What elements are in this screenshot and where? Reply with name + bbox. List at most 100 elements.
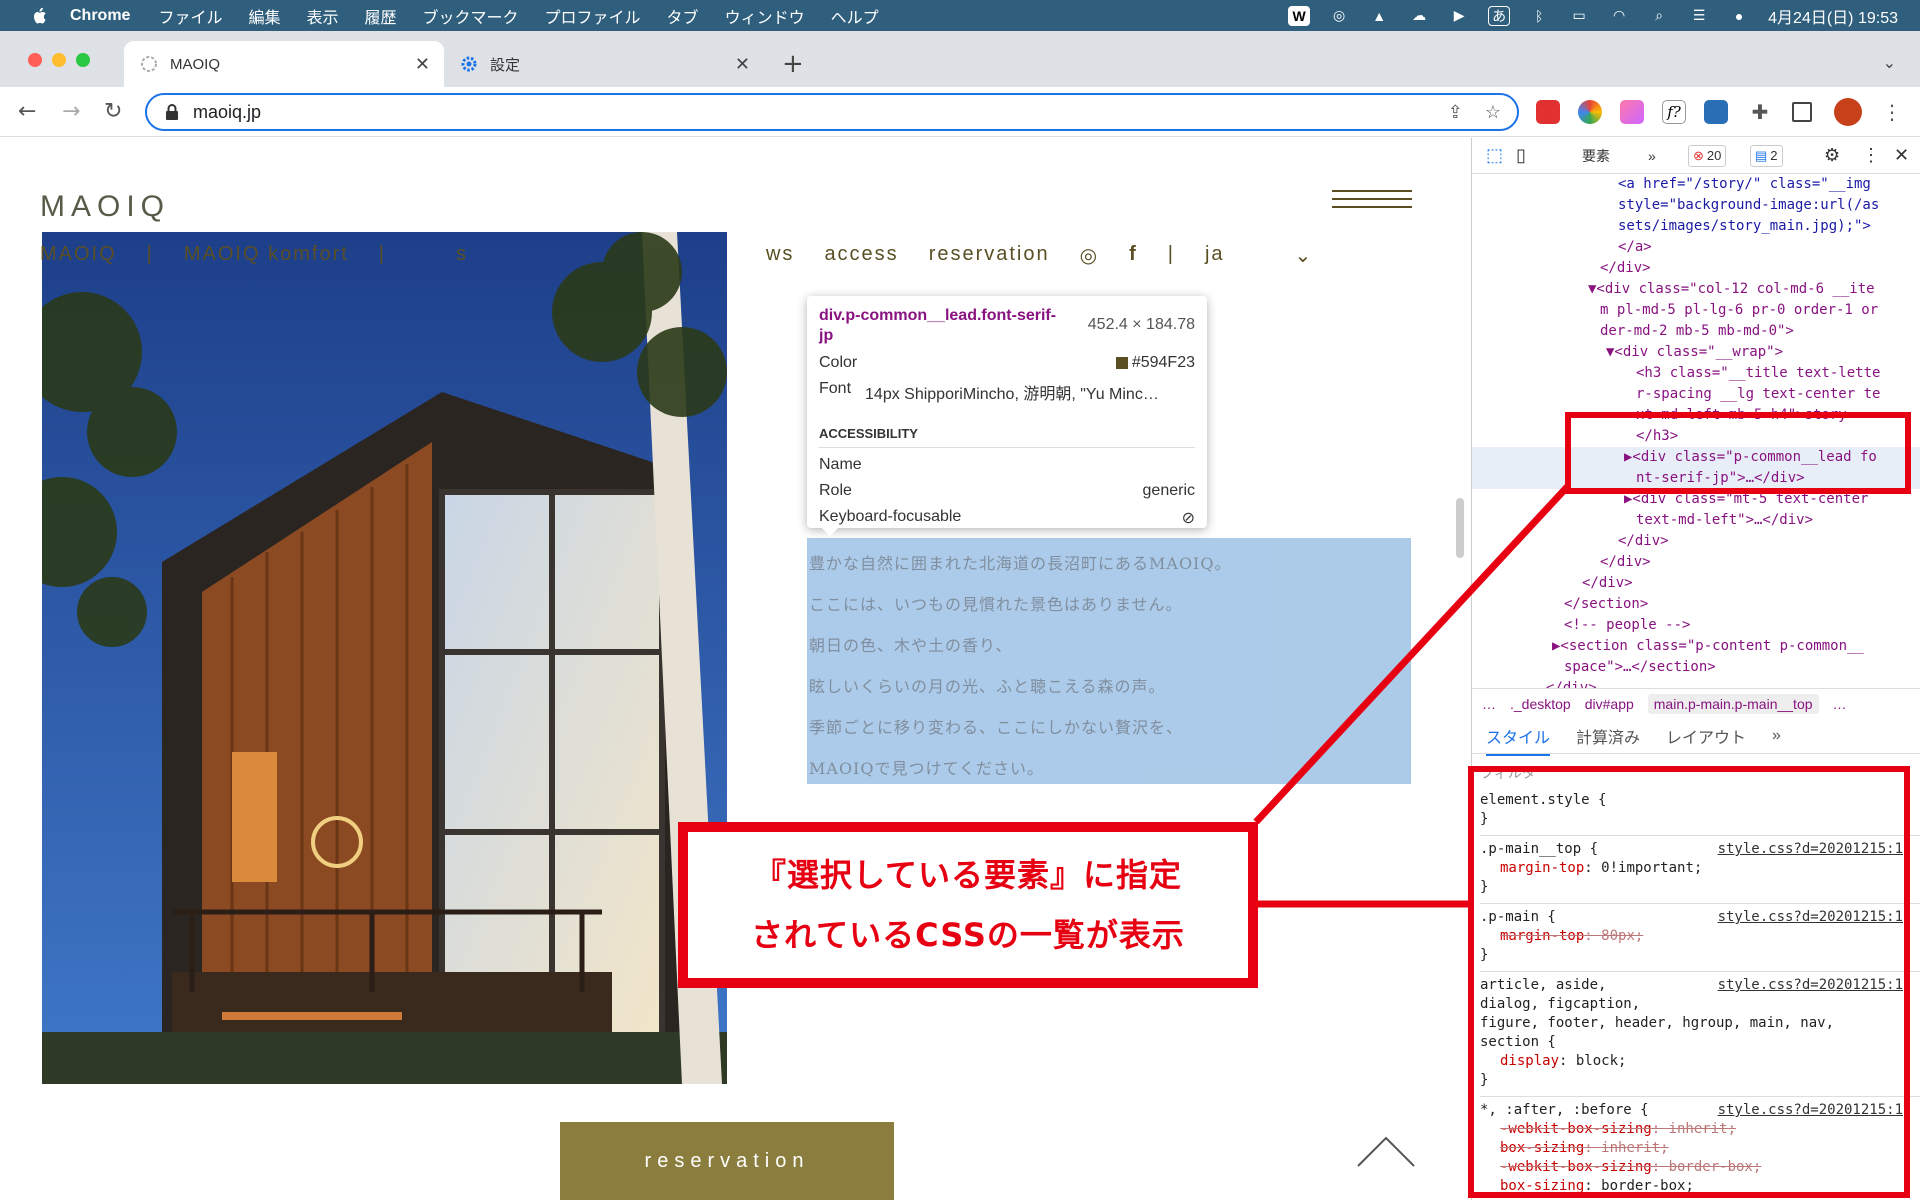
extension-color-icon[interactable] bbox=[1578, 100, 1602, 124]
menu-view[interactable]: 表示 bbox=[306, 4, 338, 28]
dom-line[interactable]: ▶<section class="p-content p-common__ bbox=[1472, 636, 1920, 657]
share-icon[interactable]: ⇪ bbox=[1448, 102, 1463, 123]
menu-profiles[interactable]: プロファイル bbox=[545, 4, 641, 28]
tab-styles[interactable]: スタイル bbox=[1486, 724, 1551, 756]
input-method-icon[interactable]: あ bbox=[1488, 5, 1511, 26]
settings-gear-icon[interactable]: ⚙ bbox=[1824, 145, 1840, 166]
breadcrumb-item[interactable]: … bbox=[1833, 696, 1847, 712]
more-tabs-icon[interactable]: » bbox=[1648, 148, 1656, 164]
breadcrumb-item[interactable]: div#app bbox=[1585, 696, 1634, 712]
battery-icon[interactable]: ▭ bbox=[1568, 6, 1590, 26]
breadcrumb-item-current[interactable]: main.p-main.p-main__top bbox=[1647, 693, 1819, 714]
menu-history[interactable]: 履歴 bbox=[365, 4, 397, 28]
close-window-button[interactable] bbox=[28, 53, 42, 67]
menu-bookmarks[interactable]: ブックマーク bbox=[423, 4, 519, 28]
page-scrollbar[interactable] bbox=[1456, 498, 1464, 558]
menubar-clock[interactable]: 4月24日(日) 19:53 bbox=[1768, 4, 1898, 28]
nav-access[interactable]: access bbox=[824, 243, 898, 268]
word-icon[interactable]: W bbox=[1288, 5, 1311, 26]
more-tabs-icon[interactable]: » bbox=[1772, 727, 1781, 745]
dom-line[interactable]: ▼<div class="__wrap"> bbox=[1472, 342, 1920, 363]
menu-file[interactable]: ファイル bbox=[158, 4, 222, 28]
dom-line[interactable]: r-spacing __lg text-center te bbox=[1472, 384, 1920, 405]
address-bar[interactable]: maoiq.jp ⇪ ☆ bbox=[145, 93, 1519, 131]
instagram-icon[interactable]: ◎ bbox=[1080, 243, 1099, 268]
siri-icon[interactable]: ● bbox=[1728, 6, 1750, 26]
dom-line[interactable]: </section> bbox=[1472, 594, 1920, 615]
lock-icon[interactable] bbox=[165, 104, 179, 120]
dom-line[interactable]: <h3 class="__title text-lette bbox=[1472, 363, 1920, 384]
close-tab-icon[interactable]: ✕ bbox=[415, 54, 430, 75]
spotlight-icon[interactable]: ⌕ bbox=[1648, 6, 1670, 26]
close-devtools-icon[interactable]: ✕ bbox=[1894, 145, 1909, 166]
site-logo[interactable]: MAOIQ bbox=[40, 190, 170, 224]
extension-blue-icon[interactable] bbox=[1704, 100, 1728, 124]
kebab-menu-icon[interactable]: ⋮ bbox=[1880, 100, 1904, 124]
dom-line[interactable]: m pl-md-5 pl-lg-6 pr-0 order-1 or bbox=[1472, 300, 1920, 321]
tab-settings[interactable]: 設定 ✕ bbox=[444, 41, 764, 87]
dom-line[interactable]: </a> bbox=[1472, 237, 1920, 258]
facebook-icon[interactable]: f bbox=[1129, 243, 1138, 268]
menu-edit[interactable]: 編集 bbox=[248, 4, 280, 28]
drive-icon[interactable]: ▲ bbox=[1368, 6, 1390, 26]
dom-line[interactable]: </div> bbox=[1472, 573, 1920, 594]
dom-line[interactable]: <a href="/story/" class="__img bbox=[1472, 174, 1920, 195]
menu-window[interactable]: ウィンドウ bbox=[725, 4, 805, 28]
device-toggle-icon[interactable]: ▯ bbox=[1516, 145, 1526, 166]
menu-tab[interactable]: タブ bbox=[667, 4, 699, 28]
wifi-icon[interactable]: ◠ bbox=[1608, 6, 1630, 26]
breadcrumb-item[interactable]: … bbox=[1482, 696, 1496, 712]
bluetooth-icon[interactable]: ᛒ bbox=[1528, 6, 1550, 26]
bookmark-star-icon[interactable]: ☆ bbox=[1485, 102, 1501, 123]
new-tab-icon[interactable]: + bbox=[782, 49, 804, 79]
nav-story-partial[interactable]: s bbox=[456, 243, 468, 268]
nav-maoiq-komfort[interactable]: MAOIQ komfort bbox=[184, 243, 349, 268]
sync-icon[interactable]: ◎ bbox=[1328, 6, 1350, 26]
cloud-icon[interactable]: ☁ bbox=[1408, 6, 1430, 26]
inspect-element-icon[interactable]: ⬚ bbox=[1486, 145, 1503, 166]
breadcrumb-item[interactable]: ._desktop bbox=[1510, 696, 1571, 712]
nav-reservation[interactable]: reservation bbox=[929, 243, 1050, 268]
message-count-badge[interactable]: ▤ 2 bbox=[1750, 144, 1783, 167]
back-arrow-icon[interactable]: ← bbox=[18, 99, 36, 124]
error-count-badge[interactable]: ⊗ 20 bbox=[1688, 144, 1727, 167]
zoom-window-button[interactable] bbox=[76, 53, 90, 67]
dom-line[interactable]: ▼<div class="col-12 col-md-6 __ite bbox=[1472, 279, 1920, 300]
font-extension-icon[interactable]: f? bbox=[1662, 100, 1686, 124]
tab-maoiq[interactable]: MAOIQ ✕ bbox=[124, 41, 444, 87]
minimize-window-button[interactable] bbox=[52, 53, 66, 67]
devtools-menu-icon[interactable]: ⋮ bbox=[1862, 145, 1880, 166]
dom-line[interactable]: </div> bbox=[1472, 258, 1920, 279]
puzzle-icon[interactable]: ✚ bbox=[1748, 100, 1772, 124]
hamburger-menu-icon[interactable] bbox=[1332, 190, 1412, 214]
avatar[interactable] bbox=[1834, 98, 1862, 126]
forward-arrow-icon[interactable]: → bbox=[62, 99, 80, 124]
url-text[interactable]: maoiq.jp bbox=[193, 102, 261, 123]
nav-maoiq[interactable]: MAOIQ bbox=[40, 243, 117, 268]
tab-search-chevron-icon[interactable]: ⌄ bbox=[1883, 53, 1896, 72]
chevron-down-icon[interactable]: ⌄ bbox=[1295, 243, 1314, 268]
dom-comment[interactable]: <!-- people --> bbox=[1472, 615, 1920, 636]
menu-app-name[interactable]: Chrome bbox=[70, 7, 130, 25]
nav-news-partial[interactable]: ws bbox=[766, 243, 794, 268]
scroll-to-top-icon[interactable] bbox=[1356, 1128, 1416, 1168]
menu-help[interactable]: ヘルプ bbox=[831, 4, 879, 28]
reservation-button[interactable]: reservation bbox=[560, 1122, 894, 1200]
dom-line[interactable]: sets/images/story_main.jpg);"> bbox=[1472, 216, 1920, 237]
apple-icon[interactable] bbox=[30, 6, 50, 26]
language-select[interactable]: ja bbox=[1205, 243, 1225, 268]
tab-computed[interactable]: 計算済み bbox=[1576, 724, 1640, 748]
side-panel-icon[interactable] bbox=[1792, 102, 1812, 122]
dom-line[interactable]: text-md-left">…</div> bbox=[1472, 510, 1920, 531]
dom-line[interactable]: der-md-2 mb-5 mb-md-0"> bbox=[1472, 321, 1920, 342]
tab-layout[interactable]: レイアウト bbox=[1666, 724, 1746, 748]
extension-red-icon[interactable] bbox=[1536, 100, 1560, 124]
extension-gradient-icon[interactable] bbox=[1620, 100, 1644, 124]
dom-line[interactable]: </div> bbox=[1472, 552, 1920, 573]
dom-line[interactable]: </div> bbox=[1472, 531, 1920, 552]
play-icon[interactable]: ▶ bbox=[1448, 6, 1470, 26]
dom-line[interactable]: space">…</section> bbox=[1472, 657, 1920, 678]
reload-icon[interactable]: ↻ bbox=[104, 99, 122, 124]
tab-elements[interactable]: 要素 bbox=[1582, 146, 1610, 166]
close-tab-icon[interactable]: ✕ bbox=[735, 54, 750, 75]
